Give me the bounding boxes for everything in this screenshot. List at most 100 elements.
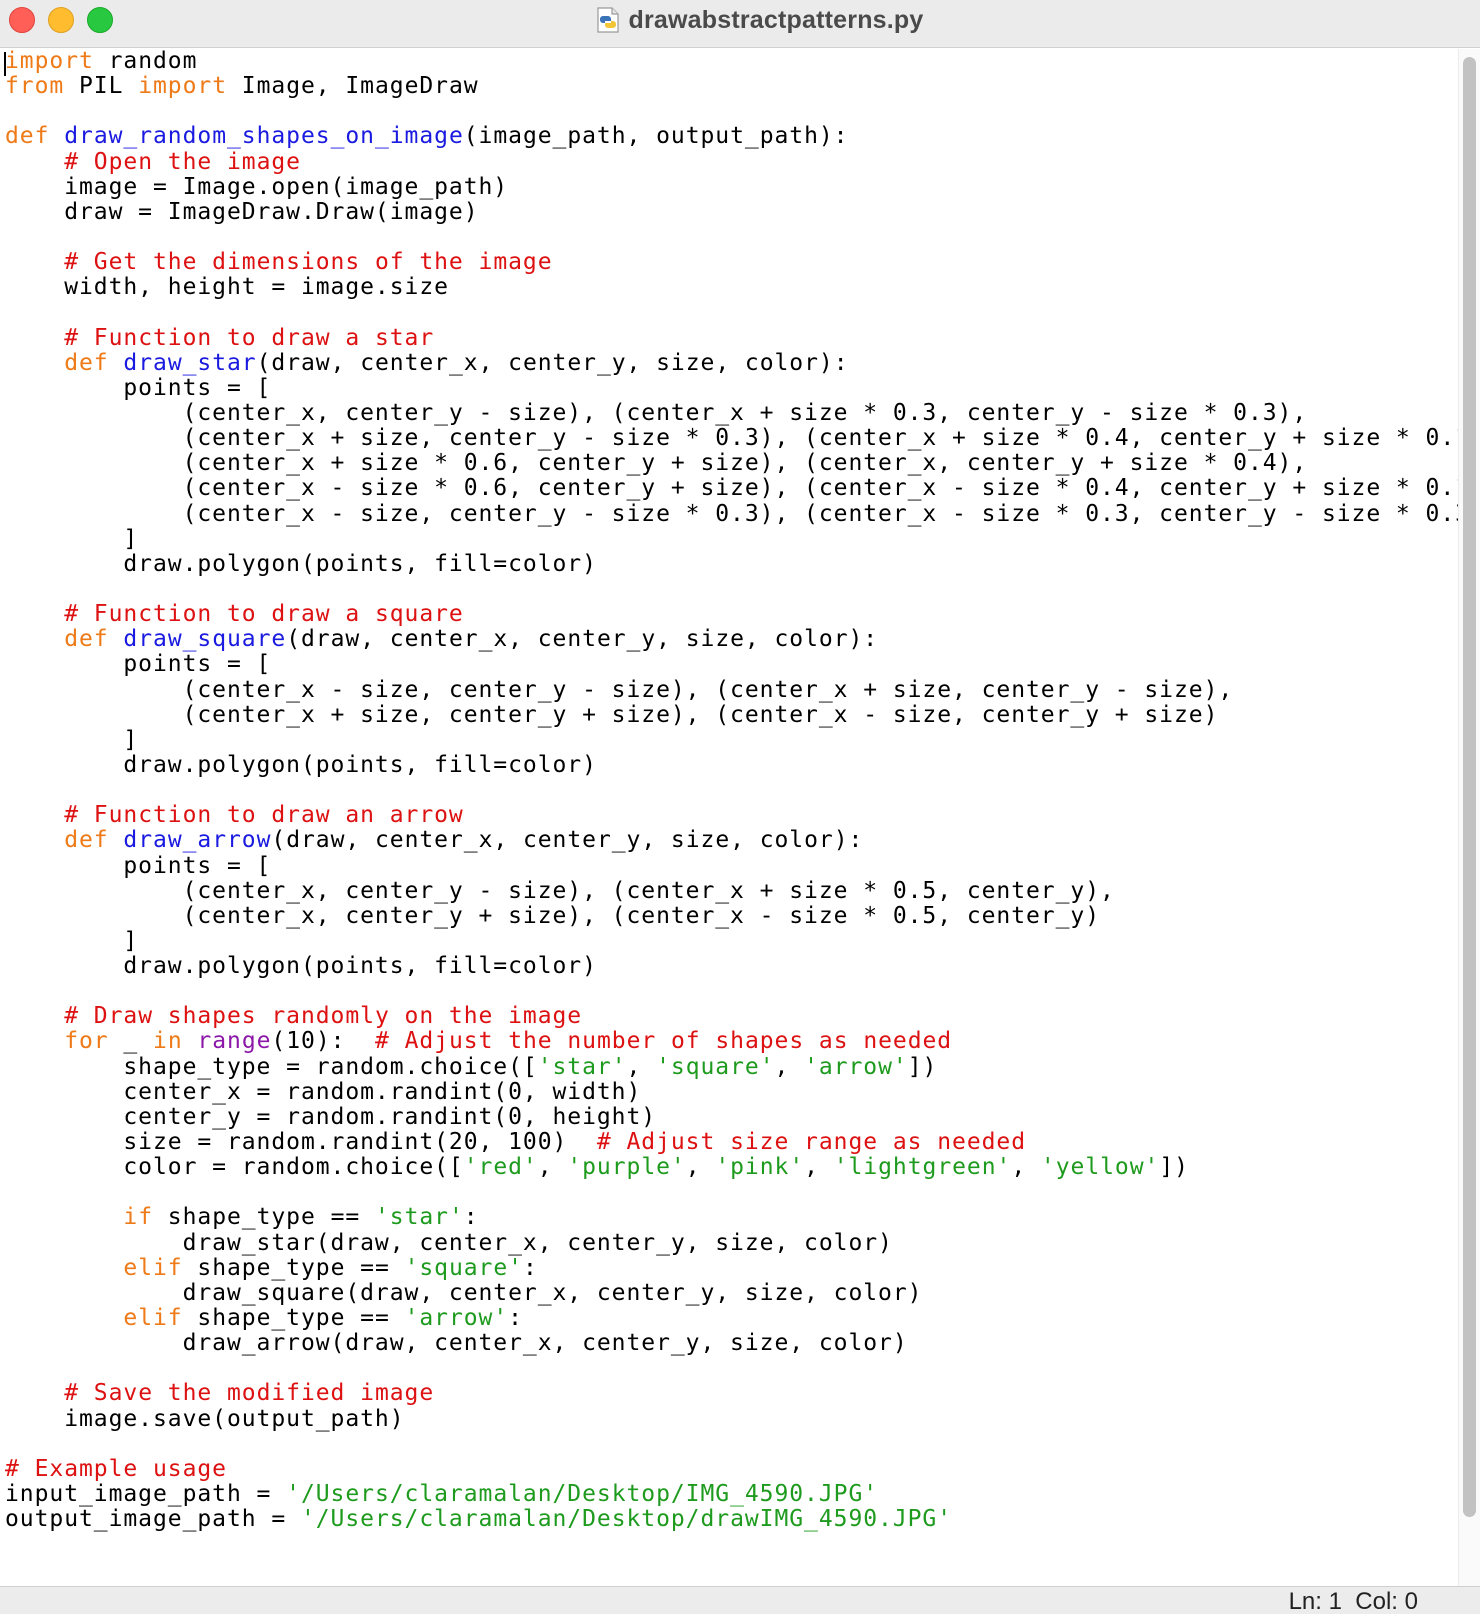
code-token: ]) [1159,1154,1189,1181]
builtin-token: range [182,1028,272,1055]
string-token: 'star' [374,1204,464,1231]
code-line: elif shape_type == 'arrow': [5,1305,1458,1332]
scrollbar-thumb[interactable] [1463,57,1476,1517]
code-line: color = random.choice(['red', 'purple', … [5,1155,1458,1180]
code-content[interactable]: import random from PIL import Image, Imag… [5,49,1458,1532]
keyword-token: for [64,1028,109,1055]
code-line: # Save the modified image [5,1381,1458,1406]
code-line: if shape_type == 'star': [5,1205,1458,1230]
code-line: width, height = image.size [5,275,1458,300]
code-token: _ [108,1028,154,1055]
comment-token: # Function to draw a star [64,324,435,351]
code-line: import random [5,49,1458,74]
code-line: for _ in range(10): # Adjust the number … [5,1029,1458,1054]
code-line: (center_x - size, center_y - size * 0.3)… [5,500,1458,527]
code-line: points = [ [5,652,1458,677]
code-token: size = random.randint(20, 100) [5,1129,597,1156]
title-bar[interactable]: drawabstractpatterns.py [0,0,1480,48]
code-token: , [804,1154,834,1181]
code-line: center_y = random.randint(0, height) [5,1104,1458,1130]
code-token: (center_x + size * 0.6, center_y + size)… [5,450,1308,477]
code-token: : [508,1305,523,1332]
code-token: (draw, center_x, center_y, size, color): [271,827,864,854]
code-token: shape_type == [182,1305,405,1332]
code-token: random [93,49,198,74]
status-bar: Ln: 1 Col: 0 [0,1586,1480,1614]
function-name-token: draw_star [123,349,257,376]
code-line: image = Image.open(image_path) [5,174,1458,200]
code-line: output_image_path = '/Users/claramalan/D… [5,1507,1458,1532]
code-line: (center_x - size * 0.6, center_y + size)… [5,476,1458,501]
comment-token: # Save the modified image [64,1380,435,1407]
code-token: draw_arrow(draw, center_x, center_y, siz… [5,1330,908,1357]
string-token: 'red' [463,1154,538,1181]
code-token: PIL [64,73,139,100]
code-token: , [774,1053,805,1080]
code-line: # Draw shapes randomly on the image [5,1004,1458,1029]
code-token: points = [ [5,651,272,678]
function-name-token: draw_square [123,626,287,653]
code-line: # Open the image [5,149,1458,175]
code-token: : [522,1254,538,1281]
function-name-token: draw_random_shapes_on_image [64,123,464,150]
code-line: center_x = random.randint(0, width) [5,1079,1458,1105]
code-token: ]) [907,1053,938,1080]
keyword-token: def [64,827,109,854]
code-line: (center_x, center_y - size), (center_x +… [5,400,1458,426]
code-editor[interactable]: import random from PIL import Image, Imag… [0,49,1458,1586]
vertical-scrollbar[interactable] [1458,49,1480,1586]
code-line: draw.polygon(points, fill=color) [5,551,1458,577]
code-line: ] [5,927,1458,954]
code-line: (center_x, center_y - size), (center_x +… [5,878,1458,904]
code-line: points = [ [5,374,1458,401]
code-line: points = [ [5,852,1458,879]
code-token: (center_x - size, center_y - size), (cen… [5,676,1234,703]
code-token: draw = ImageDraw.Draw(image) [5,198,479,225]
code-line: size = random.randint(20, 100) # Adjust … [5,1129,1458,1156]
code-token: (center_x + size, center_y + size), (cen… [5,701,1219,728]
code-token: points = [ [5,852,272,879]
keyword-token: def [64,349,109,376]
code-token: ] [5,927,139,954]
string-token: 'pink' [715,1154,805,1181]
code-token: (center_x, center_y + size), (center_x -… [5,902,1100,929]
string-token: '/Users/claramalan/Desktop/drawIMG_4590.… [300,1506,953,1533]
keyword-token: elif [123,1254,183,1281]
comment-token: # Get the dimensions of the image [64,249,553,276]
code-token: points = [ [5,374,272,401]
code-line: input_image_path = '/Users/claramalan/De… [5,1481,1458,1507]
code-token: draw_star(draw, center_x, center_y, size… [5,1229,893,1256]
code-token: (10): [271,1028,376,1055]
editor-window: drawabstractpatterns.py import random fro… [0,0,1480,1614]
keyword-token: elif [123,1305,183,1332]
string-token: 'lightgreen' [833,1154,1012,1181]
string-token: 'arrow' [404,1305,509,1332]
code-token: , [685,1154,716,1181]
code-token: output_image_path = [5,1506,301,1533]
string-token: 'arrow' [804,1053,908,1080]
comment-token: # Function to draw a square [64,601,464,628]
code-token: , [537,1154,568,1181]
code-line: # Function to draw a star [5,324,1458,351]
code-token: shape_type == [153,1204,375,1231]
code-token: (center_x - size, center_y - size * 0.3)… [5,500,1458,527]
code-token: (center_x - size * 0.6, center_y + size)… [5,475,1458,502]
code-line: elif shape_type == 'square': [5,1254,1458,1281]
